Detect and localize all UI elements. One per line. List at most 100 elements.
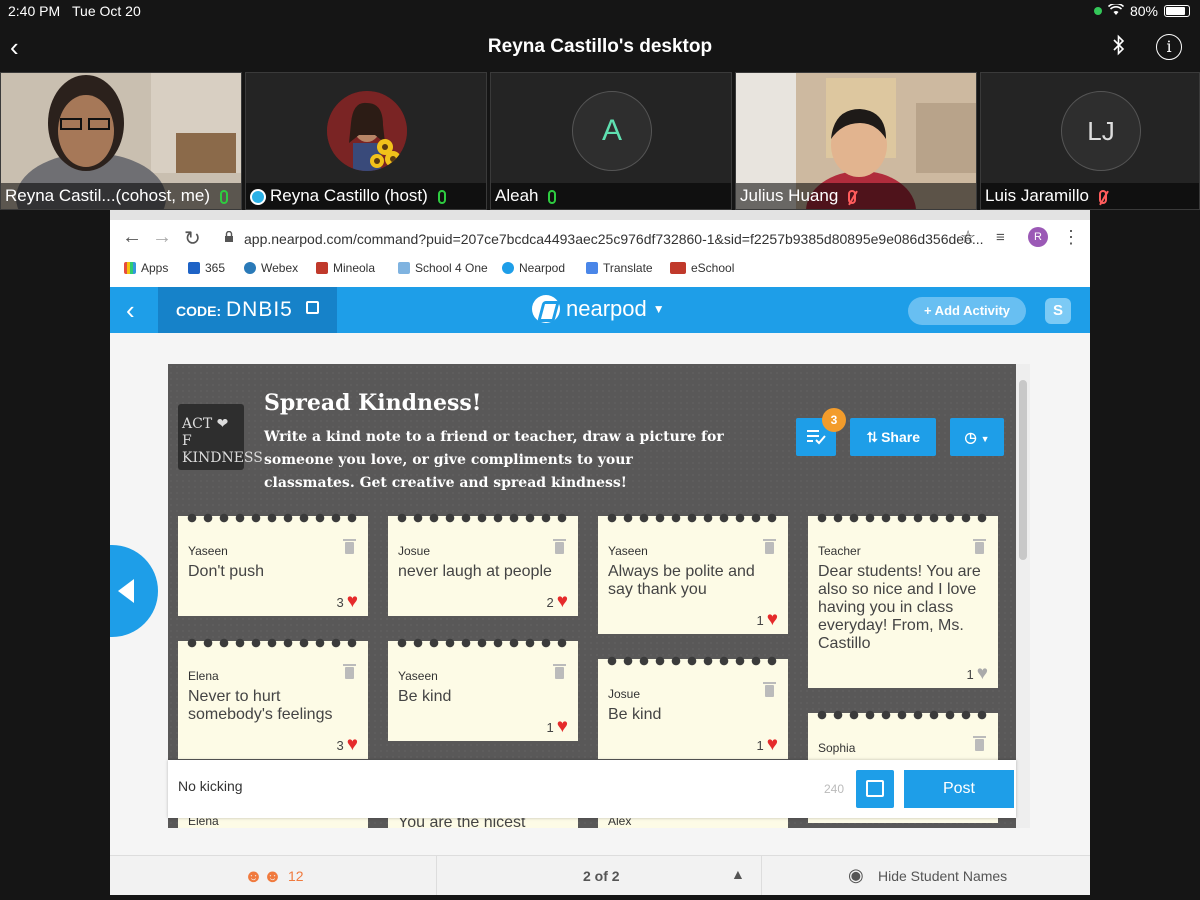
nearpod-logo[interactable]: nearpod ▼ [532,295,665,323]
address-row: ← → ↻ app.nearpod.com/command?puid=207ce… [110,224,1090,252]
note-input[interactable]: No kicking [178,778,243,794]
bookmark-mineola[interactable]: Mineola [316,261,375,275]
share-code-icon[interactable] [306,301,319,314]
note-rings [186,637,360,651]
forward-arrow-icon[interactable]: → [152,226,172,249]
note-rings [816,709,990,723]
ipad-screen: 2:40 PM Tue Oct 20 80% ‹ Reyna Castillo'… [0,0,1200,900]
trash-icon[interactable] [553,539,566,554]
nearpod-logo-icon [532,295,560,323]
info-icon[interactable]: i [1156,34,1182,60]
bookmark-translate[interactable]: Translate [586,261,653,275]
share-icon: ⮁ [865,429,878,445]
page-indicator[interactable]: 2 of 2 ▲ [437,856,762,895]
bookmark-label: Nearpod [519,261,566,275]
bookmark-label: Translate [603,261,653,275]
bookmark-nearpod[interactable]: Nearpod [502,261,565,275]
bluetooth-icon[interactable] [1112,34,1126,62]
note-likes[interactable]: 3 ♥ [336,592,358,611]
trash-icon[interactable] [763,682,776,697]
bookmark-label: 365 [205,261,226,275]
status-date: Tue Oct 20 [72,3,141,19]
share-button[interactable]: ⮁ Share [850,418,936,456]
heart-icon: ♥ [556,716,568,737]
tab-strip [110,210,1090,220]
previous-slide-button[interactable] [110,545,158,637]
note-likes[interactable]: 1 ♥ [966,664,988,683]
exit-chevron-icon[interactable]: ‹ [126,295,135,326]
s-button[interactable]: S [1045,298,1071,324]
trash-icon[interactable] [553,664,566,679]
bookmark-label: School 4 One [415,261,488,275]
like-count: 1 [546,719,554,735]
participant-tile[interactable]: Julius Huang [735,72,977,210]
trash-icon[interactable] [343,664,356,679]
battery-icon [1164,5,1190,17]
bookmark-webex[interactable]: Webex [244,261,298,275]
note-rings [816,512,990,526]
timer-button[interactable]: ◷ ▼ [950,418,1004,456]
bookmark-365[interactable]: 365 [188,261,225,275]
board-description: Write a kind note to a friend or teacher… [264,429,724,491]
checklist-icon [807,430,826,445]
note-likes[interactable]: 1 ♥ [756,735,778,754]
bookmark-apps[interactable]: Apps [124,261,168,275]
note-author: Yaseen [398,669,438,683]
back-arrow-icon[interactable]: ← [122,226,142,249]
char-counter: 240 [824,782,845,796]
session-code-box[interactable]: CODE: DNBI5 [158,287,337,333]
note-likes[interactable]: 3 ♥ [336,735,358,754]
participant-tile[interactable]: A Aleah [490,72,732,210]
trash-icon[interactable] [973,539,986,554]
trash-icon[interactable] [763,539,776,554]
note-card[interactable]: Josue never laugh at people 2 ♥ [388,512,578,616]
nearpod-footer: ☻☻ 12 2 of 2 ▲ ◉ Hide Student Names [110,855,1090,895]
note-card[interactable]: Yaseen Don't push 3 ♥ [178,512,368,616]
mic-on-icon [220,189,229,204]
profile-avatar[interactable]: R [1028,227,1048,247]
browser-menu-icon[interactable]: ⋮ [1062,227,1080,248]
note-card[interactable]: Elena Never to hurt somebody's feelings … [178,637,368,759]
participant-tile[interactable]: LJ Luis Jaramillo [980,72,1200,210]
note-likes[interactable]: 2 ♥ [546,592,568,611]
add-image-button[interactable] [856,770,894,808]
screen-share-title: Reyna Castillo's desktop [487,36,713,57]
note-card[interactable]: Teacher Dear students! You are also so n… [808,512,998,688]
hide-names-button[interactable]: ◉ Hide Student Names [762,856,1090,895]
trash-icon[interactable] [973,736,986,751]
add-activity-button[interactable]: + Add Activity [908,297,1026,325]
scrollbar-thumb[interactable] [1019,380,1027,560]
participant-tile[interactable]: Reyna Castil...(cohost, me) [0,72,242,210]
trash-icon[interactable] [343,539,356,554]
outlook-icon [188,262,200,274]
participant-tile[interactable]: Reyna Castillo (host) [245,72,487,210]
note-card[interactable]: Josue Be kind 1 ♥ [598,655,788,759]
like-count: 1 [756,737,764,753]
reading-list-icon[interactable]: ≡ [996,229,1005,246]
chevron-up-icon[interactable]: ▲ [731,866,745,882]
note-rings [606,512,780,526]
note-likes[interactable]: 1 ♥ [546,716,568,737]
like-count: 3 [336,737,344,753]
lock-icon [224,230,234,242]
shared-browser-window: ← → ↻ app.nearpod.com/command?puid=207ce… [110,210,1090,895]
nearpod-logo-text: nearpod [566,296,647,321]
thumbnail-line: KINDNESS [182,450,263,466]
note-card[interactable]: Yaseen Always be polite and say thank yo… [598,512,788,634]
note-card[interactable]: Yaseen Be kind 1 ♥ [388,637,578,741]
reload-icon[interactable]: ↻ [184,226,201,251]
url-field[interactable]: app.nearpod.com/command?puid=207ce7bcdca… [244,231,984,247]
board-thumbnail: ACT ❤ F KINDNESS [178,404,263,470]
students-button[interactable]: ☻☻ 12 [110,856,437,895]
board-scrollbar[interactable] [1016,364,1030,828]
bookmark-eschool[interactable]: eSchool [670,261,734,275]
bookmark-star-icon[interactable]: ☆ [960,227,976,248]
post-button[interactable]: Post [904,770,1014,808]
clock-icon: ◷ [964,429,977,445]
hide-names-label: Hide Student Names [878,868,1008,884]
avatar [327,91,407,171]
note-likes[interactable]: 1 ♥ [756,610,778,629]
bookmark-school4one[interactable]: School 4 One [398,261,488,275]
eye-off-icon: ◉ [848,865,864,885]
chevron-down-icon: ▼ [980,434,990,444]
